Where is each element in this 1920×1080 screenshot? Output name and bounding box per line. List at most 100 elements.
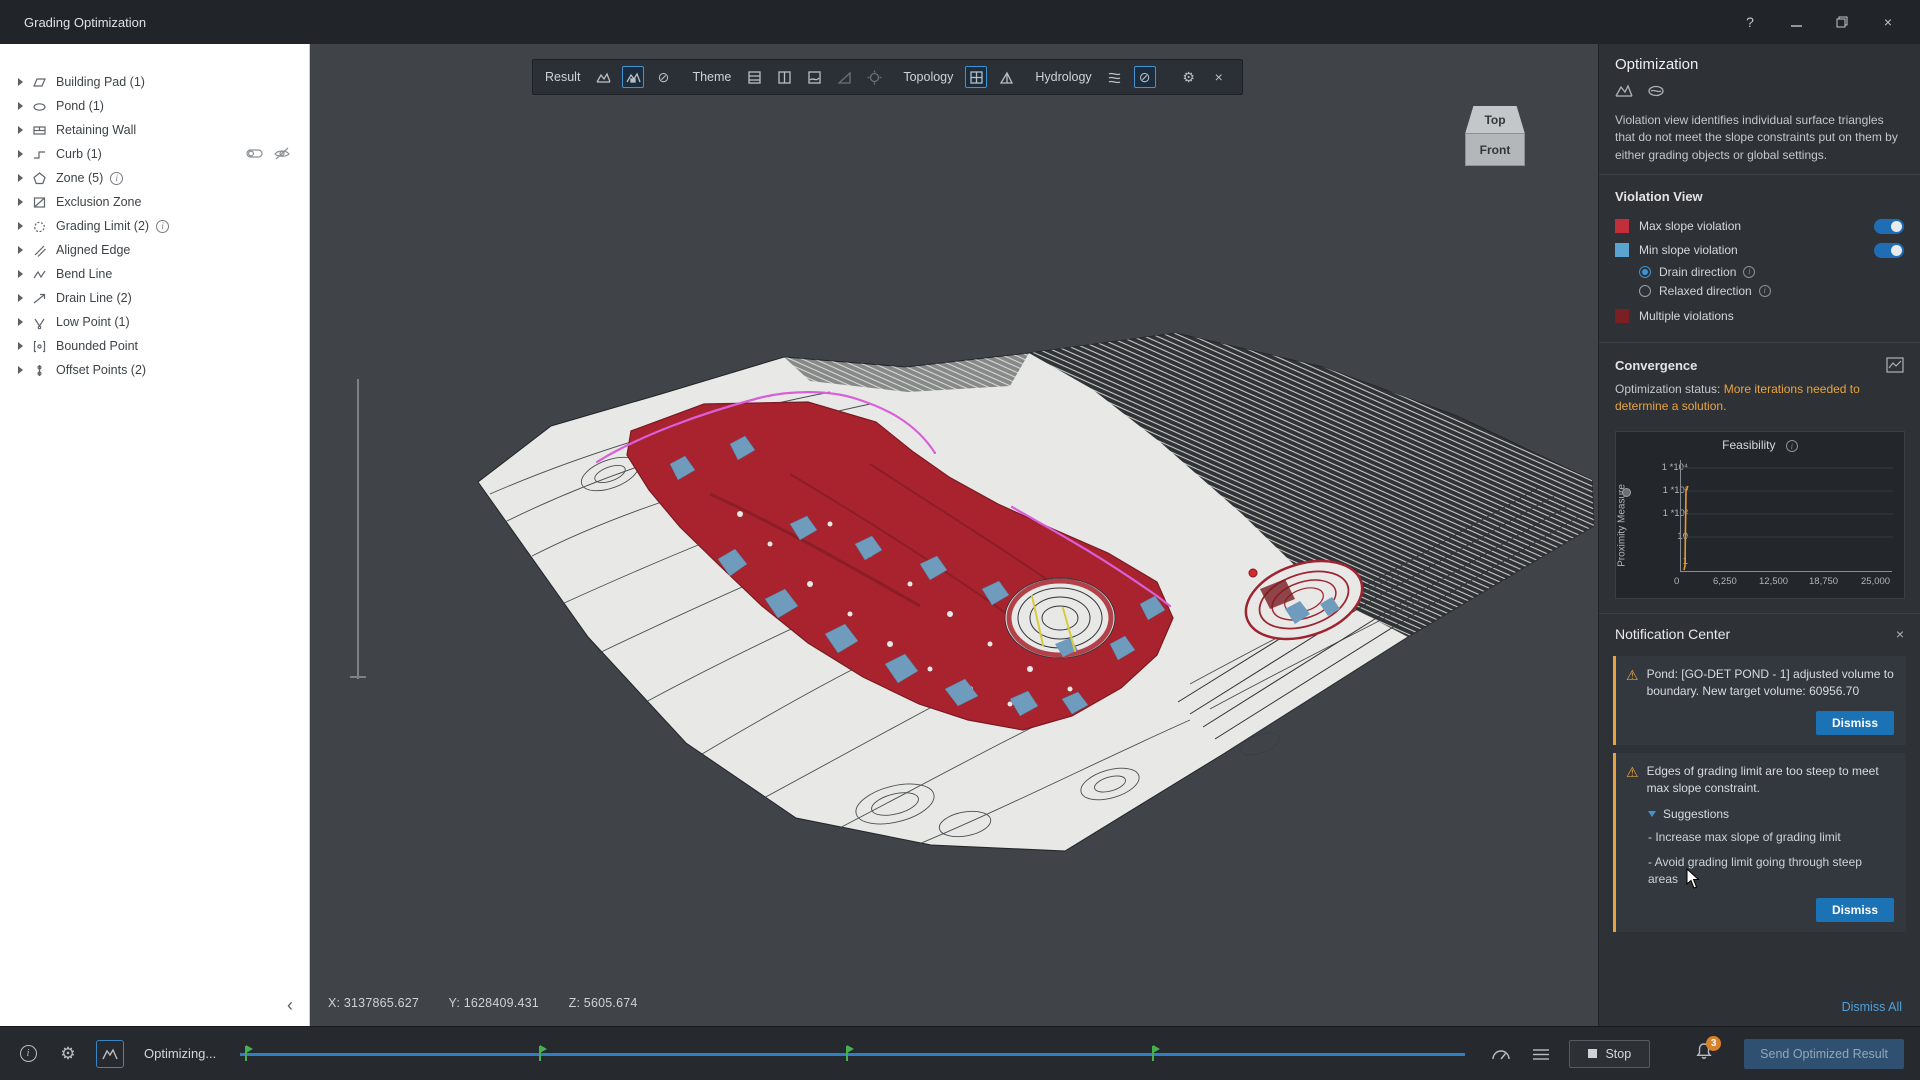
optimization-tool-icon[interactable] [96, 1040, 124, 1068]
minimize-icon[interactable] [1786, 12, 1806, 32]
optimization-timeline[interactable] [240, 1043, 1465, 1065]
expand-caret-icon[interactable] [18, 318, 23, 326]
violation-tool-icon[interactable] [1615, 83, 1633, 102]
dismiss-button[interactable]: Dismiss [1816, 711, 1894, 735]
axis-handle[interactable] [1622, 488, 1631, 497]
notifications-bell[interactable]: 3 [1694, 1042, 1714, 1066]
milestone-marker-icon[interactable] [240, 1044, 253, 1062]
x-tick: 12,500 [1759, 576, 1788, 587]
tree-item-drain-line[interactable]: Drain Line (2) [0, 286, 309, 310]
expand-caret-icon[interactable] [18, 78, 23, 86]
chart-title: Feasibility [1722, 438, 1775, 452]
milestone-marker-icon[interactable] [534, 1044, 547, 1062]
theme-cutfill-icon[interactable] [773, 66, 795, 88]
tree-item-retaining-wall[interactable]: Retaining Wall [0, 118, 309, 142]
theme-elevation-icon[interactable] [743, 66, 765, 88]
no-hydrology-icon[interactable]: ⊘ [1134, 66, 1156, 88]
tree-item-label: Exclusion Zone [56, 195, 141, 209]
info-icon[interactable]: i [1759, 285, 1771, 297]
toolbar-close-icon[interactable]: × [1208, 66, 1230, 88]
suggestions-toggle[interactable]: Suggestions [1648, 807, 1894, 821]
theme-shade-icon[interactable] [863, 66, 885, 88]
measure-line [350, 379, 366, 679]
tree-item-bend-line[interactable]: Bend Line [0, 262, 309, 286]
milestone-marker-icon[interactable] [1147, 1044, 1160, 1062]
iteration-list-icon[interactable] [1529, 1042, 1553, 1066]
speed-gauge-icon[interactable] [1489, 1042, 1513, 1066]
surface-result-icon[interactable] [592, 66, 614, 88]
expand-caret-icon[interactable] [18, 102, 23, 110]
restore-icon[interactable] [1832, 12, 1852, 32]
view-cube-front-face[interactable]: Front [1465, 134, 1525, 166]
tree-item-exclusion-zone[interactable]: Exclusion Zone [0, 190, 309, 214]
relaxed-direction-radio[interactable] [1639, 285, 1651, 297]
tree-item-pond[interactable]: Pond (1) [0, 94, 309, 118]
stop-button[interactable]: Stop [1569, 1040, 1650, 1068]
tree-item-curb[interactable]: Curb (1) [0, 142, 309, 166]
flow-lines-icon[interactable] [1104, 66, 1126, 88]
toggle-visibility-icon[interactable] [246, 146, 264, 164]
tree-item-label: Aligned Edge [56, 243, 130, 257]
info-icon[interactable]: i [1743, 266, 1755, 278]
result-group-label: Result [545, 70, 580, 84]
app-title: Grading Optimization [24, 15, 146, 30]
chart-y-axis-label: Proximity Measure [1617, 465, 1628, 585]
info-icon[interactable]: i [1786, 440, 1798, 452]
tree-item-label: Retaining Wall [56, 123, 136, 137]
no-result-icon[interactable]: ⊘ [652, 66, 674, 88]
expand-caret-icon[interactable] [18, 174, 23, 182]
title-bar: Grading Optimization ? × [0, 0, 1920, 44]
tree-item-building-pad[interactable]: Building Pad (1) [0, 70, 309, 94]
expand-caret-icon[interactable] [18, 222, 23, 230]
expand-caret-icon[interactable] [18, 246, 23, 254]
theme-slope-icon[interactable] [833, 66, 855, 88]
milestone-marker-icon[interactable] [841, 1044, 854, 1062]
help-icon[interactable]: ? [1740, 12, 1760, 32]
expand-caret-icon[interactable] [18, 198, 23, 206]
info-icon[interactable]: i [110, 172, 123, 185]
object-tree-sidebar: Building Pad (1) Pond (1) Retaining Wall… [0, 44, 310, 1026]
x-tick: 18,750 [1809, 576, 1838, 587]
expand-caret-icon[interactable] [18, 126, 23, 134]
relaxed-direction-option[interactable]: Relaxed direction i [1615, 281, 1904, 300]
expand-caret-icon[interactable] [18, 150, 23, 158]
tree-item-aligned-edge[interactable]: Aligned Edge [0, 238, 309, 262]
info-icon[interactable]: i [16, 1042, 40, 1066]
settings-gear-icon[interactable]: ⚙ [56, 1042, 80, 1066]
drain-direction-option[interactable]: Drain direction i [1615, 262, 1904, 281]
info-icon[interactable]: i [156, 220, 169, 233]
expand-chart-icon[interactable] [1886, 357, 1904, 373]
mesh-topology-icon[interactable] [965, 66, 987, 88]
tree-item-low-point[interactable]: Low Point (1) [0, 310, 309, 334]
violation-view-icon[interactable] [622, 66, 644, 88]
tree-item-bounded-point[interactable]: Bounded Point [0, 334, 309, 358]
violation-view-heading: Violation View [1615, 189, 1904, 204]
viewport-settings-gear-icon[interactable]: ⚙ [1178, 66, 1200, 88]
eye-off-icon[interactable] [274, 146, 291, 164]
drain-direction-radio[interactable] [1639, 266, 1651, 278]
notification-center-close-icon[interactable]: × [1896, 626, 1904, 642]
dismiss-button[interactable]: Dismiss [1816, 898, 1894, 922]
expand-caret-icon[interactable] [18, 366, 23, 374]
tree-item-grading-limit[interactable]: Grading Limit (2) i [0, 214, 309, 238]
tree-item-zone[interactable]: Zone (5) i [0, 166, 309, 190]
view-cube[interactable]: Top Front [1465, 106, 1525, 166]
max-slope-toggle[interactable] [1874, 219, 1904, 234]
dismiss-all-link[interactable]: Dismiss All [1842, 1000, 1902, 1014]
theme-tool-icon[interactable] [1647, 83, 1665, 102]
model-viewport[interactable]: Result ⊘ Theme Topology Hydrology ⊘ ⚙ × … [310, 44, 1598, 1026]
expand-caret-icon[interactable] [18, 270, 23, 278]
expand-caret-icon[interactable] [18, 342, 23, 350]
theme-contours-icon[interactable] [803, 66, 825, 88]
coord-y: Y: 1628409.431 [449, 996, 539, 1010]
view-cube-top-face[interactable]: Top [1465, 106, 1525, 134]
tree-item-label: Grading Limit (2) [56, 219, 149, 233]
min-slope-toggle[interactable] [1874, 243, 1904, 258]
expand-caret-icon[interactable] [18, 294, 23, 302]
hydrology-group-label: Hydrology [1035, 70, 1091, 84]
send-optimized-result-button[interactable]: Send Optimized Result [1744, 1039, 1904, 1069]
close-icon[interactable]: × [1878, 12, 1898, 32]
tree-item-offset-points[interactable]: Offset Points (2) [0, 358, 309, 382]
triangle-topology-icon[interactable] [995, 66, 1017, 88]
collapse-sidebar-icon[interactable]: ‹ [287, 998, 293, 1012]
